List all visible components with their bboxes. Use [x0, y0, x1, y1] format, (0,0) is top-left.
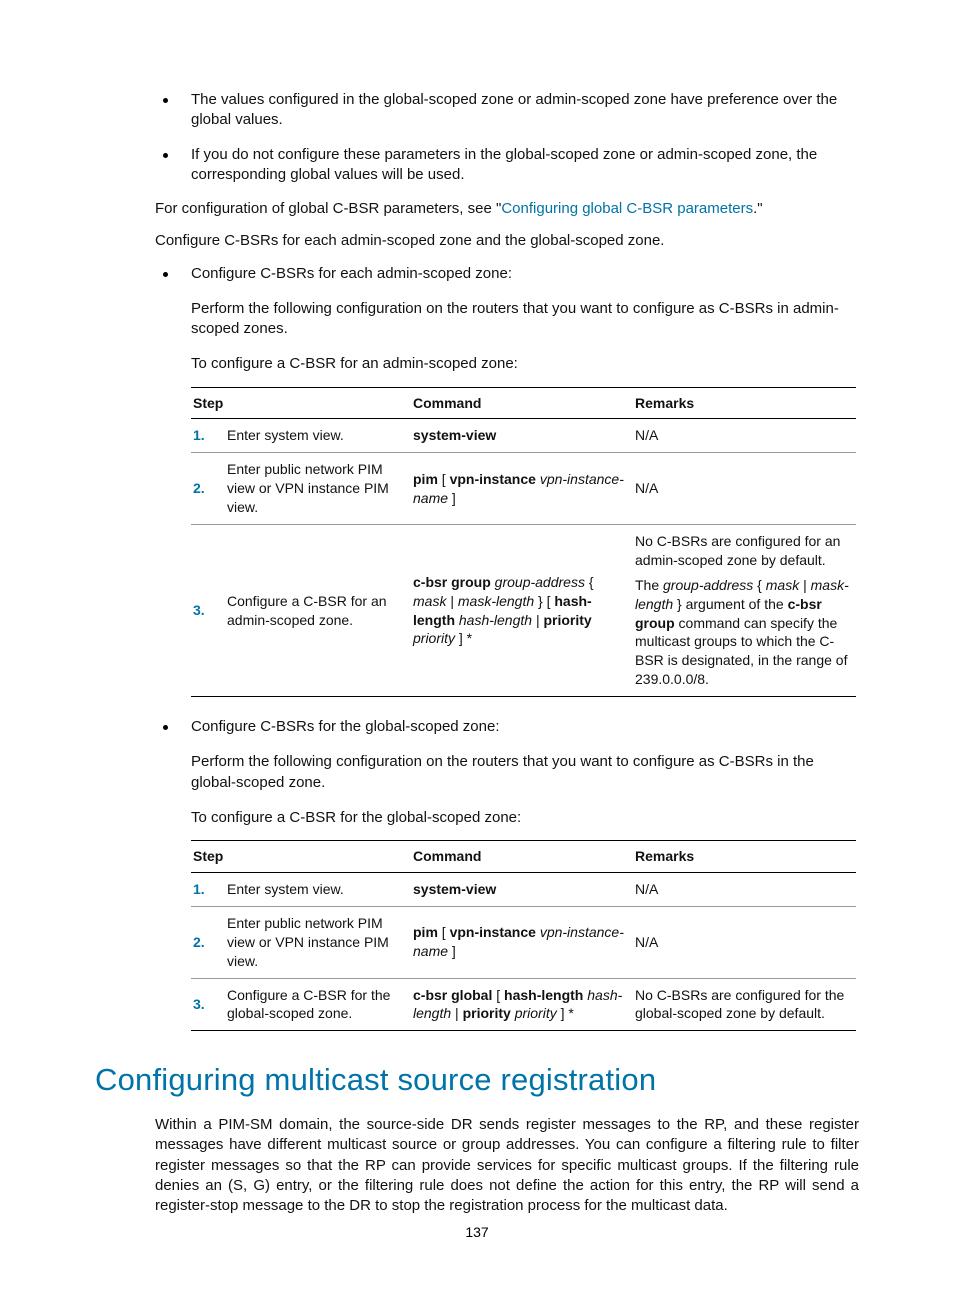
sub-bullets-global: Configure C-BSRs for the global-scoped z…	[95, 717, 859, 737]
th-remarks: Remarks	[633, 841, 856, 873]
step-number: 2.	[193, 934, 205, 950]
sub-bullets-admin: Configure C-BSRs for each admin-scoped z…	[95, 264, 859, 284]
step-desc: Configure a C-BSR for the global-scoped …	[225, 978, 411, 1031]
command-text: system-view	[413, 427, 496, 443]
bullet-item: Configure C-BSRs for each admin-scoped z…	[155, 264, 859, 284]
command-text: system-view	[413, 881, 496, 897]
paragraph-perform-global: Perform the following configuration on t…	[191, 752, 859, 793]
step-number: 3.	[193, 996, 205, 1012]
remarks-text: No C-BSRs are configured for an admin-sc…	[633, 524, 856, 696]
bullet-item: Configure C-BSRs for the global-scoped z…	[155, 717, 859, 737]
remarks-text: No C-BSRs are configured for the global-…	[633, 978, 856, 1031]
step-number: 2.	[193, 480, 205, 496]
paragraph-perform-admin: Perform the following configuration on t…	[191, 299, 859, 340]
command-text: c-bsr group group-address { mask | mask-…	[411, 524, 633, 696]
step-desc: Enter public network PIM view or VPN ins…	[225, 453, 411, 525]
table-header-row: Step Command Remarks	[191, 387, 856, 419]
section-body: Within a PIM-SM domain, the source-side …	[155, 1115, 859, 1216]
table-row: 3. Configure a C-BSR for the global-scop…	[191, 978, 856, 1031]
remarks-text: N/A	[633, 419, 856, 453]
command-text: pim [ vpn-instance vpn-instance-name ]	[411, 906, 633, 978]
bullet-item: If you do not configure these parameters…	[155, 145, 859, 186]
step-desc: Configure a C-BSR for an admin-scoped zo…	[225, 524, 411, 696]
table-row: 1. Enter system view. system-view N/A	[191, 419, 856, 453]
step-desc: Enter public network PIM view or VPN ins…	[225, 906, 411, 978]
section-heading: Configuring multicast source registratio…	[95, 1059, 859, 1101]
remarks-text: N/A	[633, 906, 856, 978]
paragraph-toconfig-global: To configure a C-BSR for the global-scop…	[191, 808, 859, 828]
link-configuring-global-cbsr[interactable]: Configuring global C-BSR parameters	[501, 200, 753, 217]
command-text: c-bsr global [ hash-length hash-length |…	[411, 978, 633, 1031]
text: ."	[753, 200, 763, 217]
paragraph-configure-each: Configure C-BSRs for each admin-scoped z…	[155, 231, 859, 251]
step-desc: Enter system view.	[225, 872, 411, 906]
page-number: 137	[0, 1224, 954, 1240]
remarks-text: N/A	[633, 872, 856, 906]
table-admin-zone: Step Command Remarks 1. Enter system vie…	[191, 387, 856, 698]
step-desc: Enter system view.	[225, 419, 411, 453]
remarks-text: N/A	[633, 453, 856, 525]
table-row: 3. Configure a C-BSR for an admin-scoped…	[191, 524, 856, 696]
th-remarks: Remarks	[633, 387, 856, 419]
table-row: 1. Enter system view. system-view N/A	[191, 872, 856, 906]
th-step: Step	[191, 841, 411, 873]
command-text: pim [ vpn-instance vpn-instance-name ]	[411, 453, 633, 525]
paragraph-global-ref: For configuration of global C-BSR parame…	[155, 199, 859, 219]
table-row: 2. Enter public network PIM view or VPN …	[191, 906, 856, 978]
th-command: Command	[411, 841, 633, 873]
step-number: 3.	[193, 602, 205, 618]
step-number: 1.	[193, 881, 205, 897]
paragraph-toconfig-admin: To configure a C-BSR for an admin-scoped…	[191, 354, 859, 374]
table-header-row: Step Command Remarks	[191, 841, 856, 873]
text: For configuration of global C-BSR parame…	[155, 200, 501, 217]
sub-title: Configure C-BSRs for each admin-scoped z…	[191, 265, 512, 282]
sub-title: Configure C-BSRs for the global-scoped z…	[191, 718, 500, 735]
th-step: Step	[191, 387, 411, 419]
bullet-item: The values configured in the global-scop…	[155, 90, 859, 131]
table-global-zone: Step Command Remarks 1. Enter system vie…	[191, 840, 856, 1031]
table-row: 2. Enter public network PIM view or VPN …	[191, 453, 856, 525]
th-command: Command	[411, 387, 633, 419]
intro-bullets: The values configured in the global-scop…	[95, 90, 859, 185]
step-number: 1.	[193, 427, 205, 443]
